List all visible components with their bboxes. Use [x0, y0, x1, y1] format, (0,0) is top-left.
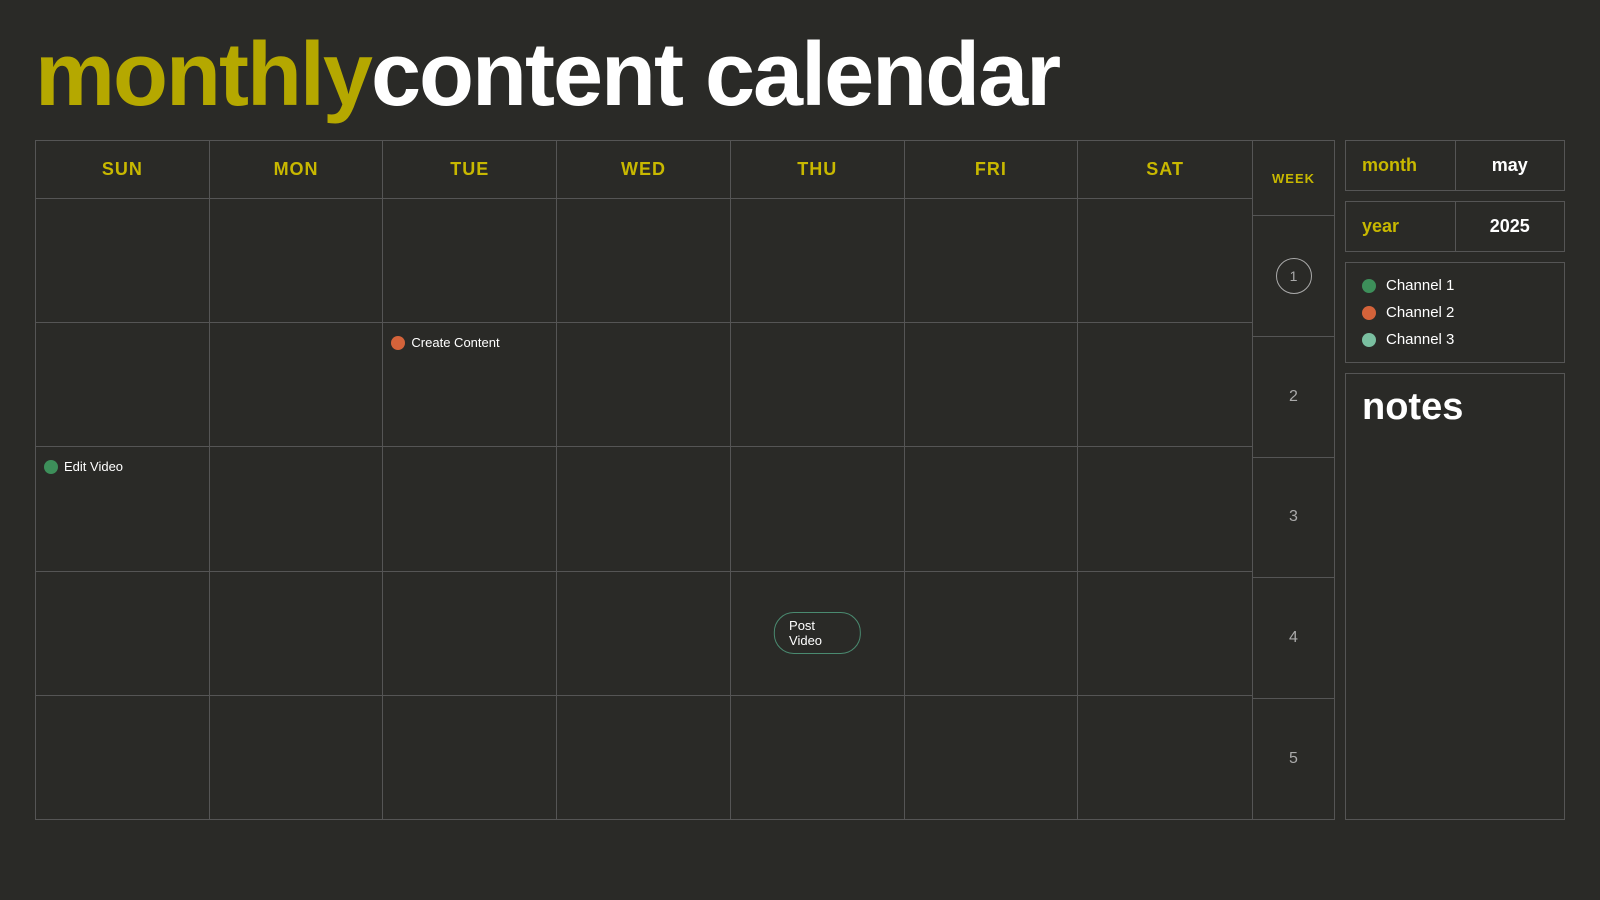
notes-title: notes [1362, 388, 1548, 426]
cell-r5-tue[interactable] [383, 696, 557, 819]
calendar-header: SUN MON TUE WED THU FRI SAT [36, 141, 1252, 199]
cell-r5-thu[interactable] [731, 696, 905, 819]
cell-r2-sun[interactable] [36, 323, 210, 446]
week-header: WEEK [1253, 141, 1334, 216]
cell-r3-thu[interactable] [731, 447, 905, 570]
event-post-video: Post Video [774, 612, 860, 654]
calendar-row-2: Create Content [36, 323, 1252, 447]
calendar-body: Create Content Edit Video [36, 199, 1252, 819]
cell-r4-sun[interactable] [36, 572, 210, 695]
cell-r5-fri[interactable] [905, 696, 1079, 819]
cell-r2-thu[interactable] [731, 323, 905, 446]
calendar-row-4: Post Video [36, 572, 1252, 696]
channel-1-label: Channel 1 [1386, 277, 1454, 294]
month-label: month [1346, 141, 1456, 190]
calendar-row-1 [36, 199, 1252, 323]
year-value: 2025 [1456, 202, 1565, 251]
day-header-fri: FRI [905, 141, 1079, 198]
cell-r5-mon[interactable] [210, 696, 384, 819]
title-rest: content calendar [371, 25, 1059, 125]
cell-r3-mon[interactable] [210, 447, 384, 570]
right-panel: month may year 2025 Channel 1 Channel 2 [1345, 140, 1565, 820]
cell-r3-sat[interactable] [1078, 447, 1252, 570]
cell-r2-mon[interactable] [210, 323, 384, 446]
year-label: year [1346, 202, 1456, 251]
cell-r1-thu[interactable] [731, 199, 905, 322]
week-2: 2 [1253, 337, 1334, 458]
event-edit-video: Edit Video [44, 459, 201, 475]
calendar-row-5 [36, 696, 1252, 819]
cell-r4-wed[interactable] [557, 572, 731, 695]
cell-r4-mon[interactable] [210, 572, 384, 695]
channel-1-item: Channel 1 [1362, 277, 1548, 294]
channel-3-item: Channel 3 [1362, 331, 1548, 348]
channel-2-dot [1362, 306, 1376, 320]
cell-r3-wed[interactable] [557, 447, 731, 570]
day-header-mon: MON [210, 141, 384, 198]
cell-r2-tue[interactable]: Create Content [383, 323, 557, 446]
event-create-content-label: Create Content [411, 335, 499, 351]
cell-r3-tue[interactable] [383, 447, 557, 570]
cell-r1-sun[interactable] [36, 199, 210, 322]
channel-3-dot [1362, 333, 1376, 347]
day-header-wed: WED [557, 141, 731, 198]
event-edit-video-label: Edit Video [64, 459, 123, 475]
cell-r4-fri[interactable] [905, 572, 1079, 695]
cell-r4-sat[interactable] [1078, 572, 1252, 695]
week-panel: WEEK 1 2 3 4 5 [1253, 140, 1335, 820]
cell-r2-fri[interactable] [905, 323, 1079, 446]
week-1: 1 [1253, 216, 1334, 337]
cell-r1-mon[interactable] [210, 199, 384, 322]
title-monthly: monthly [35, 25, 371, 125]
cell-r3-fri[interactable] [905, 447, 1079, 570]
month-value: may [1456, 141, 1565, 190]
page-title: monthlycontent calendar [0, 0, 1600, 140]
channel-2-label: Channel 2 [1386, 304, 1454, 321]
cell-r3-sun[interactable]: Edit Video [36, 447, 210, 570]
event-create-content: Create Content [391, 335, 548, 351]
day-header-sat: SAT [1078, 141, 1252, 198]
cell-r1-sat[interactable] [1078, 199, 1252, 322]
week-4: 4 [1253, 578, 1334, 699]
channel-2-item: Channel 2 [1362, 304, 1548, 321]
cell-r5-sun[interactable] [36, 696, 210, 819]
cell-r1-tue[interactable] [383, 199, 557, 322]
event-dot-orange [391, 336, 405, 350]
year-box: year 2025 [1345, 201, 1565, 252]
cell-r5-wed[interactable] [557, 696, 731, 819]
calendar-grid: SUN MON TUE WED THU FRI SAT [35, 140, 1253, 820]
cell-r1-wed[interactable] [557, 199, 731, 322]
cell-r1-fri[interactable] [905, 199, 1079, 322]
cell-r2-wed[interactable] [557, 323, 731, 446]
channels-box: Channel 1 Channel 2 Channel 3 [1345, 262, 1565, 363]
event-dot-green [44, 460, 58, 474]
day-header-tue: TUE [383, 141, 557, 198]
notes-box: notes [1345, 373, 1565, 820]
week-1-circle: 1 [1276, 258, 1312, 294]
day-header-sun: SUN [36, 141, 210, 198]
month-box: month may [1345, 140, 1565, 191]
cell-r4-tue[interactable] [383, 572, 557, 695]
cell-r4-thu[interactable]: Post Video [731, 572, 905, 695]
channel-1-dot [1362, 279, 1376, 293]
calendar-row-3: Edit Video [36, 447, 1252, 571]
channel-3-label: Channel 3 [1386, 331, 1454, 348]
cell-r5-sat[interactable] [1078, 696, 1252, 819]
week-3: 3 [1253, 458, 1334, 579]
week-5: 5 [1253, 699, 1334, 819]
cell-r2-sat[interactable] [1078, 323, 1252, 446]
day-header-thu: THU [731, 141, 905, 198]
